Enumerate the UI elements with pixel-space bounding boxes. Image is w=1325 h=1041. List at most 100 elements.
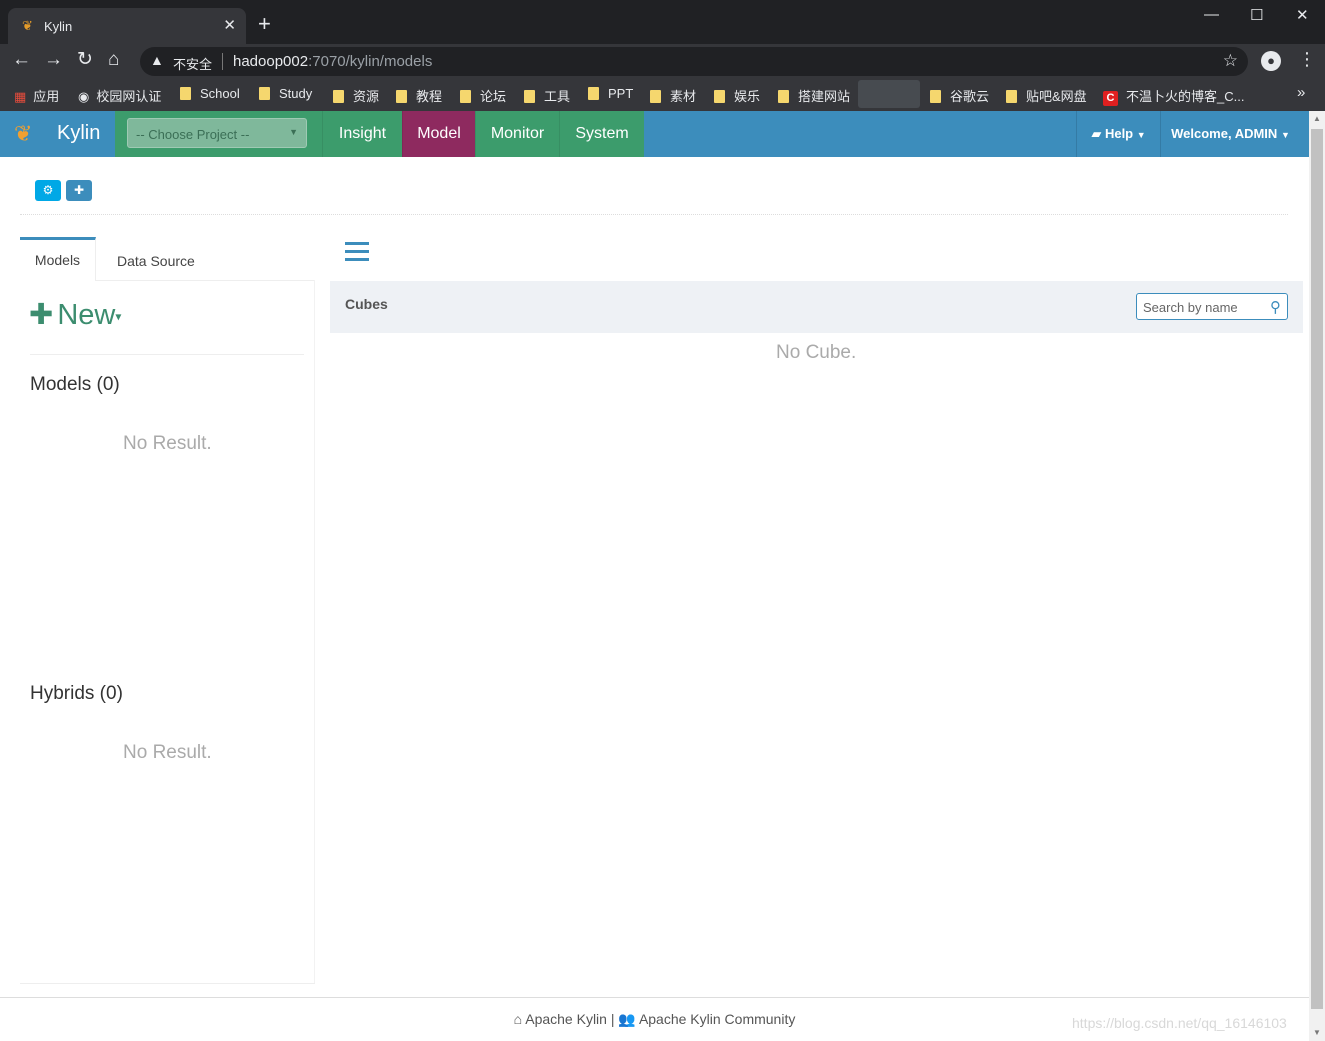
address-bar[interactable]: ▲ 不安全 hadoop002:7070/kylin/models ☆: [140, 47, 1248, 76]
bookmark-website[interactable]: 搭建网站: [778, 86, 850, 105]
kylin-favicon-icon: ❦: [22, 18, 33, 33]
folder-icon: [778, 90, 789, 103]
tab-models[interactable]: Models: [20, 237, 96, 281]
new-button[interactable]: ✚ New▾: [29, 299, 121, 332]
bookmark-tieba[interactable]: 贴吧&网盘: [1006, 86, 1087, 105]
forward-button[interactable]: →: [44, 50, 63, 70]
menu-insight[interactable]: Insight: [322, 111, 402, 157]
search-icon[interactable]: ⚲: [1270, 298, 1281, 316]
bookmark-forum[interactable]: 论坛: [460, 86, 506, 105]
warning-icon: ▲: [150, 52, 164, 68]
browser-tab[interactable]: ❦ Kylin ✕: [8, 8, 246, 44]
bookmark-materials[interactable]: 素材: [650, 86, 696, 105]
chevron-down-icon: ▼: [289, 127, 298, 137]
caret-down-icon: ▾: [115, 309, 122, 324]
caret-down-icon: ▼: [1136, 130, 1146, 140]
kylin-logo-icon: ❦: [14, 121, 33, 146]
project-select[interactable]: -- Choose Project -- ▼: [127, 118, 307, 148]
left-panel-border: [314, 280, 315, 984]
reload-button[interactable]: ↻: [77, 50, 93, 70]
folder-icon: [180, 87, 191, 100]
hamburger-menu-icon[interactable]: [345, 242, 369, 261]
bookmark-tutorials[interactable]: 教程: [396, 86, 442, 105]
folder-icon: [588, 87, 599, 100]
insecure-label: 不安全: [173, 57, 213, 72]
hybrids-title: Hybrids (0): [30, 683, 123, 704]
apps-grid-icon: ▦: [14, 89, 27, 104]
bookmarks-overflow-icon[interactable]: »: [1297, 84, 1305, 101]
bookmark-study[interactable]: Study: [259, 86, 312, 101]
maximize-button[interactable]: ☐: [1250, 6, 1263, 24]
brand-name[interactable]: Kylin: [57, 122, 100, 145]
scroll-up-icon[interactable]: ▲: [1313, 114, 1321, 123]
new-tab-button[interactable]: +: [258, 13, 271, 35]
bookmark-campus[interactable]: ◉ 校园网认证: [78, 86, 161, 105]
bookmark-label: 贴吧&网盘: [1026, 89, 1087, 104]
cube-search-input[interactable]: Search by name ⚲: [1136, 293, 1288, 320]
bookmark-label: 搭建网站: [798, 89, 851, 104]
divider: [20, 214, 1288, 215]
left-tabs: Models Data Source: [20, 237, 315, 281]
csdn-icon: C: [1103, 91, 1118, 106]
bookmark-label: 不温卜火的博客_C...: [1126, 89, 1245, 104]
bookmarks-bar: ▦ 应用 ◉ 校园网认证 School Study 资源 教程 论坛 工具 PPT …: [0, 78, 1325, 111]
bookmark-resources[interactable]: 资源: [333, 86, 379, 105]
tab-close-icon[interactable]: ✕: [223, 16, 236, 34]
add-button[interactable]: ✚: [66, 180, 92, 201]
bookmark-gcloud[interactable]: 谷歌云: [930, 86, 989, 105]
home-icon: ⌂: [513, 1011, 523, 1027]
bookmark-entertainment[interactable]: 娱乐: [714, 86, 760, 105]
bookmark-star-icon[interactable]: ☆: [1223, 51, 1238, 71]
manage-button[interactable]: ⚙: [35, 180, 61, 201]
kylin-navbar: ❦ Kylin -- Choose Project -- ▼ Insight M…: [0, 111, 1309, 157]
url-text: hadoop002:7070/kylin/models: [233, 53, 432, 70]
watermark: https://blog.csdn.net/qq_16146103: [1072, 1015, 1287, 1031]
folder-icon: [650, 90, 661, 103]
home-button[interactable]: ⌂: [108, 50, 119, 70]
folder-icon: [396, 90, 407, 103]
search-placeholder: Search by name: [1143, 300, 1238, 315]
divider: [30, 354, 304, 355]
folder-icon: [259, 87, 270, 100]
left-panel-bottom: [20, 983, 315, 984]
menu-monitor[interactable]: Monitor: [475, 111, 559, 157]
bookmark-tools[interactable]: 工具: [524, 86, 570, 105]
bookmark-school[interactable]: School: [180, 86, 240, 101]
bookmark-label: 工具: [544, 89, 571, 104]
caret-down-icon: ▼: [1280, 130, 1290, 140]
bookmark-label: 素材: [670, 89, 697, 104]
users-icon: 👥: [618, 1011, 636, 1027]
menu-system[interactable]: System: [559, 111, 644, 157]
bookmark-label: 校园网认证: [96, 89, 162, 104]
browser-menu-icon[interactable]: ⋮: [1298, 49, 1316, 70]
scroll-down-icon[interactable]: ▼: [1313, 1028, 1321, 1037]
scrollbar-thumb[interactable]: [1311, 129, 1323, 1009]
footer-link-community[interactable]: Apache Kylin Community: [639, 1011, 795, 1027]
help-menu[interactable]: ▰ Help ▼: [1076, 111, 1160, 157]
page-scrollbar[interactable]: ▲ ▼: [1309, 111, 1325, 1041]
plus-icon: ✚: [73, 183, 85, 197]
gears-icon: ⚙: [42, 183, 54, 197]
new-label: New: [57, 299, 116, 331]
bookmark-label: 教程: [416, 89, 443, 104]
profile-avatar-icon[interactable]: ●: [1261, 51, 1281, 71]
folder-icon: [714, 90, 725, 103]
bookmark-label: Study: [279, 86, 313, 101]
cubes-header: Cubes Search by name ⚲: [330, 281, 1303, 333]
minimize-button[interactable]: —: [1204, 6, 1219, 23]
user-menu[interactable]: Welcome, ADMIN ▼: [1160, 111, 1300, 157]
bookmark-apps[interactable]: ▦ 应用: [14, 86, 59, 105]
browser-toolbar: ← → ↻ ⌂ ▲ 不安全 hadoop002:7070/kylin/model…: [0, 44, 1325, 78]
bookmark-ppt[interactable]: PPT: [588, 86, 633, 101]
window-close-button[interactable]: ✕: [1296, 6, 1309, 24]
back-button[interactable]: ←: [12, 50, 31, 70]
bookmark-label: 资源: [353, 89, 380, 104]
bookmark-label: 娱乐: [734, 89, 761, 104]
plus-icon: ✚: [29, 299, 54, 331]
footer-link-kylin[interactable]: Apache Kylin: [525, 1011, 607, 1027]
cubes-label: Cubes: [345, 296, 388, 312]
bookmark-blog[interactable]: C 不温卜火的博客_C...: [1103, 86, 1244, 106]
tab-data-source[interactable]: Data Source: [117, 237, 195, 281]
folder-icon: [524, 90, 535, 103]
menu-model[interactable]: Model: [402, 111, 475, 157]
